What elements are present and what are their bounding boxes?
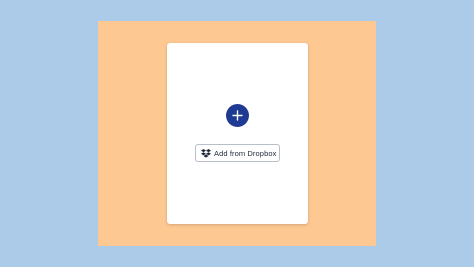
add-button[interactable] [226,104,249,127]
plus-icon [232,110,243,121]
dropbox-button-label: Add from Dropbox [214,148,277,158]
upload-card: Add from Dropbox [167,43,308,224]
dropbox-icon [201,148,211,158]
add-from-dropbox-button[interactable]: Add from Dropbox [195,144,280,162]
